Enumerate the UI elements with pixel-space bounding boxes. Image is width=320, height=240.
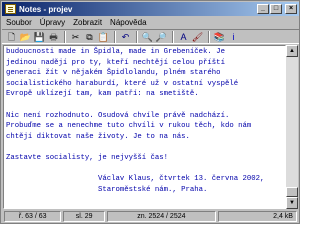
text-editor[interactable]: budoucnosti made in Špidla, made in Greb… [3,45,286,209]
maximize-button[interactable]: □ [270,4,282,14]
text-line: Evropě uklízejí tam, kam patří: na smeti… [6,90,199,99]
app-window: Notes - projev _ □ × Soubor Úpravy Zobra… [0,0,300,224]
text-line [6,164,283,175]
bookmarks-icon[interactable]: 📚 [213,31,226,43]
notepad-icon [5,4,16,14]
scroll-down-icon[interactable]: ▼ [286,197,298,209]
text-line: generaci žít v nějakém Špidlolandu, plné… [6,69,221,78]
paste-icon[interactable]: 📋 [97,31,110,43]
text-line: Václav Klaus, čtvrtek 13. června 2002, [6,175,265,184]
text-line: Zastavte socialisty, je nejvyšší čas! [6,153,169,162]
window-controls: _ □ × [256,4,297,14]
text-line: Staroměstské nám., Praha. [6,185,208,194]
vertical-scrollbar[interactable]: ▲ ▼ [286,45,298,209]
menu-napoveda[interactable]: Nápověda [106,17,150,29]
help-icon[interactable]: i [227,31,240,43]
menu-bar: Soubor Úpravy Zobrazit Nápověda [2,17,299,29]
text-line [6,142,283,153]
text-line: socialistického haraburdí, které už v os… [6,79,239,88]
toolbar-separator [64,30,66,43]
color-icon[interactable]: 🖌 [191,31,204,43]
find-icon[interactable]: 🔍 [141,31,154,43]
document-text[interactable]: budoucnosti made in Špidla, made in Greb… [4,46,285,196]
save-icon[interactable]: 💾 [33,31,46,43]
toolbar: 🗋 📂 💾 🖶 ✂ ⧉ 📋 ↶ 🔍 🔎 A 🖌 📚 i [2,29,299,44]
text-line: budoucnosti made in Špidla, made in Greb… [6,48,225,56]
print-icon[interactable]: 🖶 [47,31,60,43]
toolbar-separator [136,30,138,43]
open-icon[interactable]: 📂 [19,31,32,43]
scroll-up-icon[interactable]: ▲ [286,45,298,57]
toolbar-separator [114,30,116,43]
menu-zobrazit[interactable]: Zobrazit [69,17,106,29]
menu-soubor[interactable]: Soubor [2,17,36,29]
text-line: chtějí diktovat naše životy. Je to na ná… [6,132,190,141]
text-line: Probuďme se a nenechme tuto chvíli v ruk… [6,122,252,131]
text-line: Nic není rozhodnuto. Osudová chvíle práv… [6,111,230,120]
new-icon[interactable]: 🗋 [5,31,18,43]
status-line: ř. 63 / 63 [4,211,62,222]
text-line: jedinou nadějí pro ty, kteří nechtějí ce… [6,58,225,67]
undo-icon[interactable]: ↶ [119,31,132,43]
scroll-thumb[interactable] [286,187,298,197]
minimize-button[interactable]: _ [257,4,269,14]
copy-icon[interactable]: ⧉ [83,31,96,43]
status-chars: zn. 2524 / 2524 [106,211,216,222]
menu-upravy[interactable]: Úpravy [36,17,69,29]
close-button[interactable]: × [285,4,297,14]
toolbar-separator [172,30,174,43]
window-title: Notes - projev [19,4,73,14]
status-column: sl. 29 [63,211,105,222]
status-size: 2,4 kB [217,211,297,222]
cut-icon[interactable]: ✂ [69,31,82,43]
title-bar[interactable]: Notes - projev _ □ × [2,2,299,16]
font-icon[interactable]: A [177,31,190,43]
status-bar: ř. 63 / 63 sl. 29 zn. 2524 / 2524 2,4 kB [2,210,299,223]
toolbar-separator [208,30,210,43]
text-line [6,100,283,111]
find-next-icon[interactable]: 🔎 [155,31,168,43]
